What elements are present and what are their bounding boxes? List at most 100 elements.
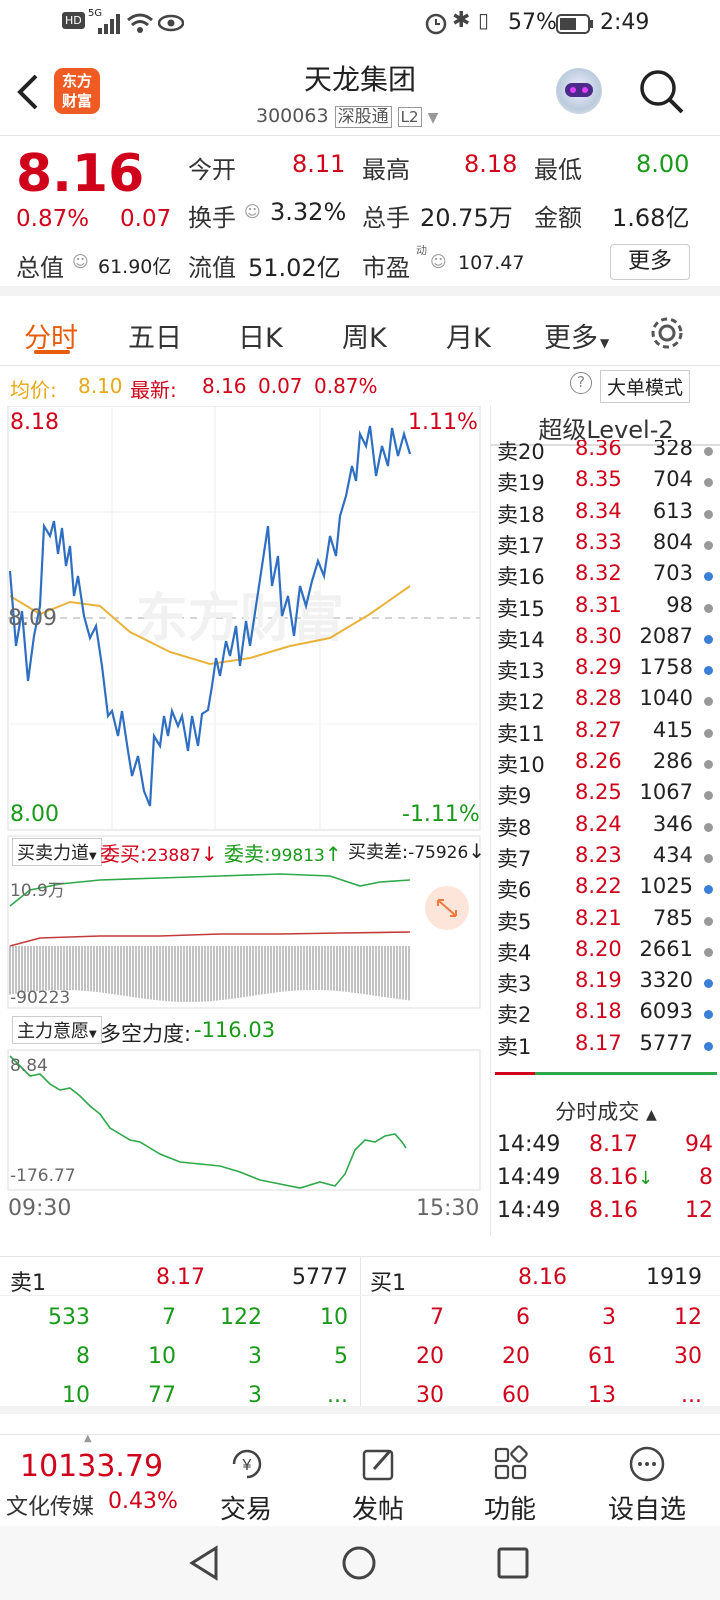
order-dot-icon [704,634,713,644]
tab-daily-k[interactable]: 日K [238,316,283,355]
big-order-mode-button[interactable]: 大单模式 [600,370,691,403]
order-book-row[interactable]: 卖20 8.36 328 [491,440,720,467]
help-icon[interactable]: ? [570,372,592,394]
tick-title[interactable]: 分时成交 ▲ [491,1096,720,1126]
last-change: 0.07 [258,374,303,398]
post-button[interactable]: 发帖 [338,1435,418,1527]
level2-panel[interactable]: 超级Level-2 卖20 8.36 328 卖19 8.35 704 卖18 8.34 613… [490,406,720,1236]
ask-level: 卖1 [497,1034,532,1059]
stock-subtitle[interactable]: 300063 深股通 L2 ▼ [256,102,438,128]
pct-max-label: 1.11% [408,410,478,435]
order-book-row[interactable]: 卖15 8.31 98 [491,593,720,624]
order-book-row[interactable]: 卖9 8.25 1067 [491,780,720,811]
order-book-row[interactable]: 卖18 8.34 613 [491,499,720,530]
queue-order: 5 [334,1344,348,1369]
ask-price: 8.25 [575,780,622,805]
sell1-total: 5777 [292,1265,348,1290]
order-book-row[interactable]: 卖8 8.24 346 [491,812,720,843]
nav-recents-icon[interactable] [496,1546,530,1580]
y-min-label: 8.00 [10,802,59,827]
info-icon[interactable]: ☺ [244,202,261,221]
tab-weekly-k[interactable]: 周K [342,316,387,355]
power-selector[interactable]: 买卖力道▼ [12,838,102,866]
order-book-row[interactable]: 卖17 8.33 804 [491,530,720,561]
time-end-label: 15:30 [416,1196,480,1221]
index-ticker[interactable]: ▲ 10133.79 文化传媒 0.43% [0,1433,200,1527]
sell1-label: 卖1 [10,1271,46,1296]
mcap-info-icon[interactable]: ☺ [72,252,89,271]
function-label: 功能 [483,1495,536,1525]
nav-back-icon[interactable] [186,1544,222,1582]
order-book-row[interactable]: 卖6 8.22 1025 [491,874,720,905]
ask-volume: 613 [652,498,693,523]
pe-info-icon[interactable]: ☺ [430,252,447,271]
ask-price: 8.31 [575,592,622,617]
add-watchlist-button[interactable]: 设自选 [592,1435,702,1527]
order-book-row[interactable]: 卖4 8.20 2661 [491,937,720,968]
queue-order: 122 [220,1305,262,1330]
queue-order: 533 [48,1305,90,1330]
sell1-price: 8.17 [156,1265,205,1290]
order-book-row[interactable]: 卖2 8.18 6093 [491,999,720,1030]
tick-arrow: ↓ [637,1168,654,1189]
intraday-chart-area[interactable]: 东方财富 8.18 1.11% 8.09 8.00 -1.11% 买卖力道▼ 委… [0,406,490,1236]
ask-price: 8.20 [575,936,622,961]
last-value: 8.16 [202,374,247,398]
queue-order: 3 [602,1305,616,1330]
active-tab-underline [34,350,70,354]
order-book-row[interactable]: 卖12 8.28 1040 [491,686,720,717]
ask-level: 卖16 [497,565,545,590]
ask-volume: 3320 [639,968,693,993]
trade-icon: ¥ [232,1449,262,1479]
search-icon[interactable] [638,68,686,116]
order-book-row[interactable]: 卖3 8.19 3320 [491,968,720,999]
entrust-buy-label: 委买: [100,842,147,866]
order-book-row[interactable]: 卖11 8.27 415 [491,718,720,749]
ask-level: 卖5 [497,909,532,934]
tab-more[interactable]: 更多 ▼ [544,316,609,355]
stock-code: 300063 [256,105,329,127]
ask-price: 8.32 [575,561,622,586]
tick-time: 14:49 [497,1132,561,1157]
order-book-row[interactable]: 卖5 8.21 785 [491,906,720,937]
last-price: 8.16 [16,144,145,204]
turnover-label: 换手 [188,204,236,232]
order-dot-icon [704,822,713,832]
pe-value: 107.47 [458,252,525,274]
order-book-row[interactable]: 卖1 8.17 5777 [491,1031,720,1062]
buy1-price: 8.16 [518,1265,567,1290]
queue-order: 12 [674,1305,702,1330]
tick-row: 14:49 8.17 94 [491,1132,720,1163]
order-book-row[interactable]: 卖19 8.35 704 [491,467,720,498]
power-header: 买卖力道▼ 委买:23887↓ 委卖:99813↑ 买卖差:-75926↓ [8,834,485,866]
order-book-row[interactable]: 卖7 8.23 434 [491,843,720,874]
intent-selector[interactable]: 主力意愿▼ [12,1016,102,1044]
order-book-row[interactable]: 卖10 8.26 286 [491,749,720,780]
order-dot-icon [704,760,713,769]
trade-button[interactable]: ¥ 交易 [206,1435,286,1527]
order-book-row[interactable]: 卖16 8.32 703 [491,561,720,592]
settings-gear-icon[interactable] [648,314,686,352]
svg-text:¥: ¥ [242,1457,252,1474]
tab-five-day[interactable]: 五日 [128,316,182,355]
system-nav-bar [0,1526,720,1600]
more-button[interactable]: 更多 [610,244,690,280]
nav-home-icon[interactable] [340,1544,378,1582]
tab-monthly-k[interactable]: 月K [446,316,491,355]
queue-order: 30 [416,1383,444,1408]
tick-price: 8.16↓ [589,1165,653,1190]
order-book-row[interactable]: 卖13 8.29 1758 [491,655,720,686]
order-book-row[interactable]: 卖14 8.30 2087 [491,624,720,655]
ask-volume: 2661 [639,936,693,961]
tick-volume: 12 [685,1198,713,1223]
tick-title-label: 分时成交 [555,1100,640,1124]
intent-bottom-label: -176.77 [10,1166,76,1186]
stock-title: 天龙集团 [303,63,416,96]
robot-assistant-icon[interactable] [556,68,602,114]
ask-level: 卖15 [497,596,545,621]
queue-order: 13 [588,1383,616,1408]
order-dot-icon [704,540,713,550]
function-button[interactable]: 功能 [470,1435,550,1527]
queue-divider [360,1257,361,1407]
queue-order: 61 [588,1344,616,1369]
